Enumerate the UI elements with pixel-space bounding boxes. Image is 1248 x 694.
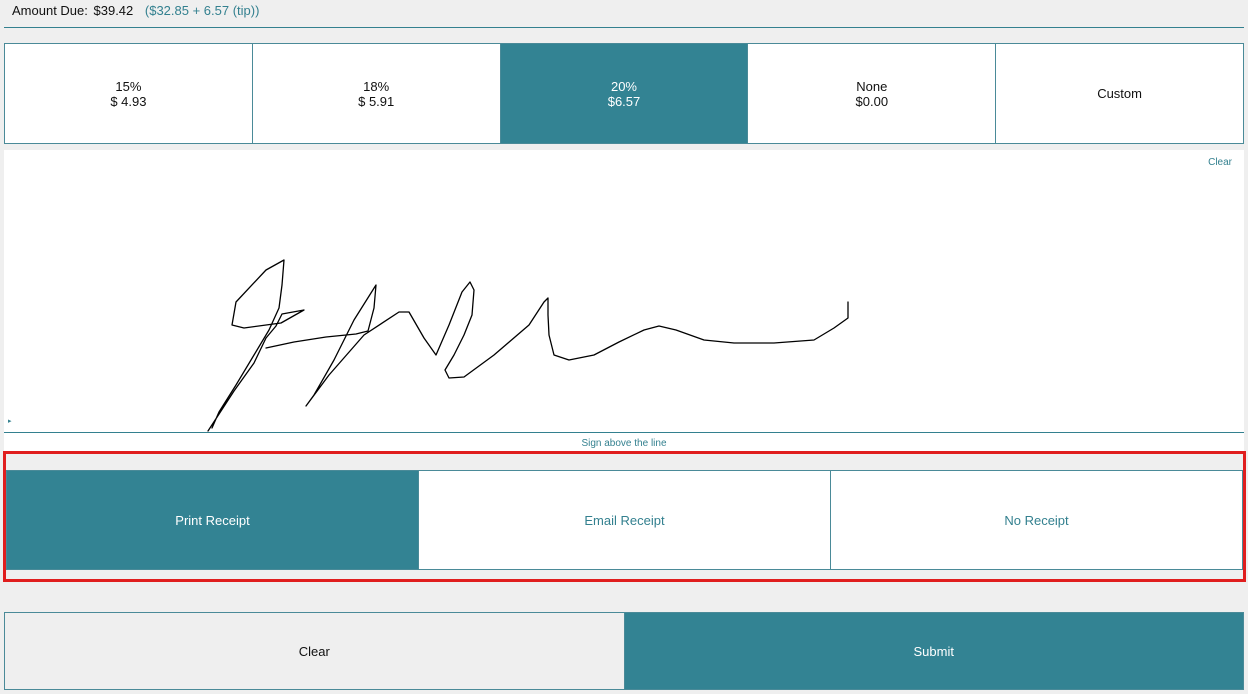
amount-due-label: Amount Due:	[12, 3, 88, 18]
amount-due-bar: Amount Due: $39.42 ($32.85 + 6.57 (tip))	[4, 0, 1244, 28]
signature-payment-screen: Amount Due: $39.42 ($32.85 + 6.57 (tip))…	[0, 0, 1248, 694]
submit-button[interactable]: Submit	[624, 613, 1243, 689]
tip-percent: 15%	[115, 78, 142, 94]
email-receipt-button[interactable]: Email Receipt	[419, 471, 831, 569]
signature-hint-bar: Sign above the line	[4, 433, 1244, 451]
receipt-options: Print Receipt Email Receipt No Receipt	[6, 470, 1243, 570]
tip-option-custom[interactable]: Custom	[996, 44, 1243, 143]
tip-options: 15% $ 4.93 18% $ 5.91 20% $6.57 None $0.…	[4, 43, 1244, 144]
signature-hint: Sign above the line	[581, 438, 667, 449]
no-receipt-button[interactable]: No Receipt	[831, 471, 1242, 569]
tip-percent: 18%	[363, 78, 390, 94]
tip-option-15[interactable]: 15% $ 4.93	[5, 44, 253, 143]
tip-percent: 20%	[610, 78, 637, 94]
tip-option-20[interactable]: 20% $6.57	[500, 44, 749, 143]
tip-amount: $ 5.91	[358, 93, 395, 109]
tip-percent: None	[856, 78, 888, 94]
signature-pad[interactable]: Clear ▸	[4, 150, 1244, 433]
action-bar: Clear Submit	[4, 612, 1244, 690]
tip-option-18[interactable]: 18% $ 5.91	[252, 44, 501, 143]
tip-amount: $6.57	[607, 93, 641, 109]
signature-stroke	[207, 259, 849, 432]
tip-amount: $0.00	[855, 93, 889, 109]
amount-due-value: $39.42	[93, 3, 134, 18]
print-receipt-button[interactable]: Print Receipt	[7, 471, 419, 569]
tip-option-none[interactable]: None $0.00	[748, 44, 997, 143]
clear-button[interactable]: Clear	[5, 613, 625, 689]
amount-breakdown: ($32.85 + 6.57 (tip))	[144, 3, 260, 18]
tip-amount: $ 4.93	[110, 93, 147, 109]
tip-percent: Custom	[1097, 86, 1142, 101]
